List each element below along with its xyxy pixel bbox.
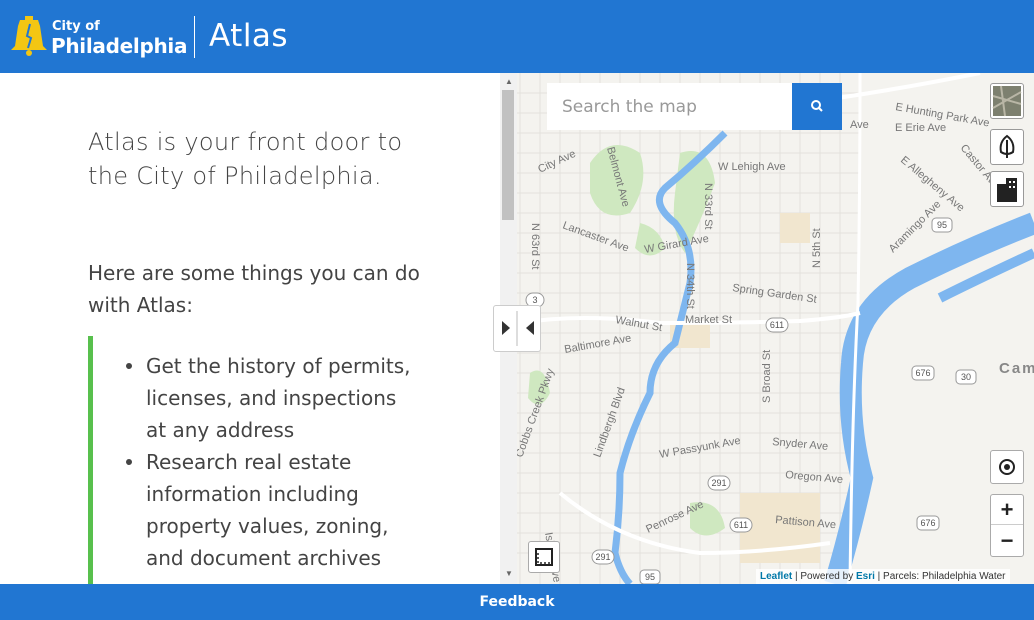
map-label: S Broad St — [761, 350, 773, 403]
app-title[interactable]: Atlas — [209, 18, 288, 54]
search-button[interactable] — [792, 83, 842, 130]
map-label: Market St — [685, 314, 732, 326]
feature-list: Get the history of permits, licenses, an… — [93, 336, 418, 574]
leaflet-link[interactable]: Leaflet — [760, 571, 792, 582]
collapse-arrows-icon — [502, 311, 534, 346]
map-label: N 5th St — [811, 228, 823, 268]
buildings-toggle-button[interactable] — [990, 171, 1024, 207]
highway-shield: 611 — [729, 517, 753, 533]
scroll-up-arrow-icon[interactable]: ▲ — [505, 77, 513, 86]
measure-button[interactable] — [528, 541, 560, 573]
svg-text:611: 611 — [734, 520, 748, 530]
info-panel: Atlas is your front door to the City of … — [0, 73, 500, 584]
highway-shield: 676 — [911, 365, 935, 381]
highway-shield: 291 — [707, 475, 731, 491]
highway-shield: 95 — [639, 569, 661, 584]
zoom-in-button[interactable]: + — [991, 495, 1023, 525]
tree-icon — [999, 134, 1015, 158]
buildings-icon — [997, 178, 1017, 202]
list-item: Get the history of permits, licenses, an… — [126, 350, 416, 446]
scroll-down-arrow-icon[interactable]: ▼ — [505, 569, 513, 578]
svg-text:676: 676 — [920, 518, 935, 528]
locate-me-button[interactable] — [990, 450, 1024, 484]
feature-callout: Get the history of permits, licenses, an… — [88, 336, 418, 584]
map-label: N 34th St — [684, 263, 696, 309]
feedback-link[interactable]: Feedback — [479, 594, 554, 610]
intro-text: Atlas is your front door to the City of … — [88, 128, 403, 190]
aerial-imagery-icon — [992, 85, 1022, 117]
svg-text:291: 291 — [711, 478, 726, 488]
subheading: Here are some things you can do with Atl… — [88, 261, 420, 317]
zoom-out-button[interactable]: − — [991, 526, 1023, 556]
map-label: Cam — [999, 360, 1034, 377]
svg-text:291: 291 — [595, 552, 610, 562]
svg-text:611: 611 — [770, 320, 784, 330]
zoom-control: + − — [990, 494, 1024, 557]
attribution-text: | Powered by — [792, 571, 856, 582]
highway-shield: 30 — [955, 369, 977, 385]
trees-toggle-button[interactable] — [990, 129, 1024, 165]
map-view[interactable]: E Hunting Park Ave E Erie Ave Ave City A… — [500, 73, 1034, 584]
scroll-thumb[interactable] — [502, 90, 514, 220]
highway-shield: 291 — [591, 549, 615, 565]
svg-text:30: 30 — [961, 372, 971, 382]
app-header: City of Philadelphia Atlas — [0, 0, 1034, 73]
map-label: Ave — [850, 119, 869, 131]
map-label: W Lehigh Ave — [718, 161, 786, 173]
highway-shield: 676 — [916, 515, 940, 531]
esri-link[interactable]: Esri — [856, 571, 875, 582]
highway-shield: 95 — [931, 217, 953, 233]
logo-city-of: City of — [52, 19, 100, 34]
map-attribution: Leaflet | Powered by Esri | Parcels: Phi… — [756, 569, 1010, 584]
city-logo[interactable]: City of Philadelphia — [10, 14, 187, 60]
crosshair-icon — [999, 459, 1015, 475]
panel-toggle-button[interactable] — [493, 305, 541, 352]
map-label: N 63rd St — [529, 223, 541, 269]
highway-shield: 611 — [765, 317, 789, 333]
map-basemap: E Hunting Park Ave E Erie Ave Ave City A… — [500, 73, 1034, 584]
liberty-bell-icon — [11, 16, 47, 56]
feedback-bar[interactable]: Feedback — [0, 584, 1034, 620]
attribution-parcels: | Parcels: Philadelphia Water — [874, 571, 1006, 582]
search-icon — [811, 100, 823, 112]
header-divider — [194, 16, 195, 58]
svg-text:95: 95 — [937, 220, 947, 230]
logo-philadelphia: Philadelphia — [51, 34, 188, 58]
ruler-icon — [535, 548, 553, 566]
svg-text:676: 676 — [915, 368, 930, 378]
map-label: E Erie Ave — [895, 122, 946, 134]
svg-text:95: 95 — [645, 572, 655, 582]
svg-text:3: 3 — [532, 295, 537, 305]
imagery-toggle-button[interactable] — [990, 83, 1024, 119]
list-item: Research real estate information includi… — [126, 446, 416, 574]
search-input[interactable] — [547, 83, 792, 130]
map-label: N 33rd St — [702, 183, 714, 229]
